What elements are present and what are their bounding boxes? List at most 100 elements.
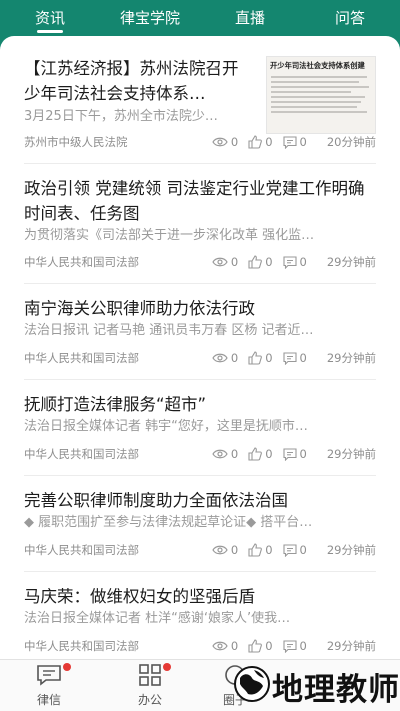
view-count: 0 <box>230 351 239 365</box>
article-source: 中华人民共和国司法部 <box>24 543 139 557</box>
eye-icon <box>212 641 228 651</box>
article-summary: 法治日报讯 记者马艳 通讯员韦万春 区杨 记者近… <box>24 323 314 338</box>
news-feed[interactable]: 【江苏经济报】苏州法院召开少年司法社会支持体系… 3月25日下午，苏州全市法院少… <box>0 36 400 659</box>
article-item[interactable]: 南宁海关公职律师助力依法行政 法治日报讯 记者马艳 通讯员韦万春 区杨 记者近…… <box>24 296 376 380</box>
article-item[interactable]: 马庆荣：做维权妇女的坚强后盾 法治日报全媒体记者 杜洋“感谢‘娘家人’使我… 中… <box>24 584 376 659</box>
like-button[interactable]: 0 <box>248 543 273 557</box>
like-count: 0 <box>265 255 273 269</box>
comment-count: 0 <box>299 255 307 269</box>
article-title: 政治引领 党建统领 司法鉴定行业党建工作明确时间表、任务图 <box>24 179 365 223</box>
tab-qa[interactable]: 问答 <box>325 0 375 36</box>
comment-button[interactable]: 0 <box>282 639 307 653</box>
comment-button[interactable]: 0 <box>282 255 307 269</box>
eye-icon <box>212 257 228 267</box>
article-time: 29分钟前 <box>326 255 376 269</box>
article-title: 南宁海关公职律师助力依法行政 <box>24 299 255 318</box>
article-item[interactable]: 政治引领 党建统领 司法鉴定行业党建工作明确时间表、任务图 为贯彻落实《司法部关… <box>24 176 376 284</box>
like-count: 0 <box>265 639 273 653</box>
article-summary: ◆ 履职范围扩至参与法律法规起草论证◆ 搭平台… <box>24 515 313 530</box>
nav-item-lvxin[interactable]: 律信 <box>19 664 79 708</box>
view-count: 0 <box>230 543 239 557</box>
article-meta: 苏州市中级人民法院 0 0 0 20分钟前 <box>24 134 376 152</box>
view-count: 0 <box>230 255 239 269</box>
nav-label: 办公 <box>137 693 162 707</box>
article-time: 20分钟前 <box>326 135 376 149</box>
comment-count: 0 <box>299 351 307 365</box>
eye-icon <box>212 449 228 459</box>
article-title: 马庆荣：做维权妇女的坚强后盾 <box>24 587 255 606</box>
article-time: 29分钟前 <box>326 543 376 557</box>
article-title: 抚顺打造法律服务“超市” <box>24 395 207 414</box>
article-title: 【江苏经济报】苏州法院召开少年司法社会支持体系… <box>24 59 239 103</box>
comment-icon <box>282 447 297 461</box>
article-source: 中华人民共和国司法部 <box>24 639 139 653</box>
tab-academy[interactable]: 律宝学院 <box>110 0 190 36</box>
chat-icon <box>37 665 61 686</box>
eye-icon <box>212 137 228 147</box>
like-button[interactable]: 0 <box>248 447 273 461</box>
like-count: 0 <box>265 351 273 365</box>
article-source: 中华人民共和国司法部 <box>24 447 139 461</box>
like-count: 0 <box>265 447 273 461</box>
comment-button[interactable]: 0 <box>282 135 307 149</box>
view-count: 0 <box>230 447 239 461</box>
watermark-text: 地理教师 <box>272 672 400 708</box>
comment-icon <box>282 351 297 365</box>
thumbs-up-icon <box>248 351 263 365</box>
article-source: 中华人民共和国司法部 <box>24 351 139 365</box>
globe-logo-icon <box>234 666 270 702</box>
article-time: 29分钟前 <box>326 351 376 365</box>
article-time: 29分钟前 <box>326 447 376 461</box>
thumbs-up-icon <box>248 255 263 269</box>
comment-count: 0 <box>299 447 307 461</box>
like-button[interactable]: 0 <box>248 639 273 653</box>
article-meta: 中华人民共和国司法部 0 0 0 29分钟前 <box>24 638 376 656</box>
article-time: 29分钟前 <box>326 639 376 653</box>
like-count: 0 <box>265 543 273 557</box>
tab-live[interactable]: 直播 <box>225 0 275 36</box>
article-source: 中华人民共和国司法部 <box>24 255 139 269</box>
comment-icon <box>282 135 297 149</box>
tab-news[interactable]: 资讯 <box>25 0 75 36</box>
thumbnail-headline: 开少年司法社会支持体系创建 <box>270 61 365 70</box>
article-title: 完善公职律师制度助力全面依法治国 <box>24 491 288 510</box>
like-button[interactable]: 0 <box>248 351 273 365</box>
comment-button[interactable]: 0 <box>282 543 307 557</box>
thumbs-up-icon <box>248 543 263 557</box>
article-meta: 中华人民共和国司法部 0 0 0 29分钟前 <box>24 446 376 464</box>
thumbs-up-icon <box>248 135 263 149</box>
view-count: 0 <box>230 639 239 653</box>
article-item[interactable]: 抚顺打造法律服务“超市” 法治日报全媒体记者 韩宇“您好，这里是抚顺市… 中华人… <box>24 392 376 476</box>
like-button[interactable]: 0 <box>248 135 273 149</box>
article-item[interactable]: 【江苏经济报】苏州法院召开少年司法社会支持体系… 3月25日下午，苏州全市法院少… <box>24 56 376 164</box>
article-summary: 3月25日下午，苏州全市法院少… <box>24 109 218 124</box>
comment-count: 0 <box>299 543 307 557</box>
notification-dot <box>63 663 71 671</box>
eye-icon <box>212 353 228 363</box>
comment-count: 0 <box>299 639 307 653</box>
like-count: 0 <box>265 135 273 149</box>
article-thumbnail: 开少年司法社会支持体系创建 <box>266 56 376 134</box>
nav-item-office[interactable]: 办公 <box>120 664 180 708</box>
comment-icon <box>282 543 297 557</box>
like-button[interactable]: 0 <box>248 255 273 269</box>
view-count: 0 <box>230 135 239 149</box>
article-summary: 法治日报全媒体记者 韩宇“您好，这里是抚顺市… <box>24 419 308 434</box>
article-summary: 为贯彻落实《司法部关于进一步深化改革 强化监… <box>24 228 315 243</box>
notification-dot <box>163 663 171 671</box>
thumbs-up-icon <box>248 639 263 653</box>
comment-icon <box>282 255 297 269</box>
apps-icon <box>139 664 161 686</box>
comment-icon <box>282 639 297 653</box>
thumbs-up-icon <box>248 447 263 461</box>
comment-button[interactable]: 0 <box>282 351 307 365</box>
article-meta: 中华人民共和国司法部 0 0 0 29分钟前 <box>24 542 376 560</box>
article-summary: 法治日报全媒体记者 杜洋“感谢‘娘家人’使我… <box>24 611 291 626</box>
nav-label: 律信 <box>36 693 61 707</box>
watermark: 地理教师 <box>232 660 400 711</box>
article-item[interactable]: 完善公职律师制度助力全面依法治国 ◆ 履职范围扩至参与法律法规起草论证◆ 搭平台… <box>24 488 376 572</box>
article-source: 苏州市中级人民法院 <box>24 135 128 149</box>
comment-button[interactable]: 0 <box>282 447 307 461</box>
eye-icon <box>212 545 228 555</box>
article-meta: 中华人民共和国司法部 0 0 0 29分钟前 <box>24 254 376 272</box>
